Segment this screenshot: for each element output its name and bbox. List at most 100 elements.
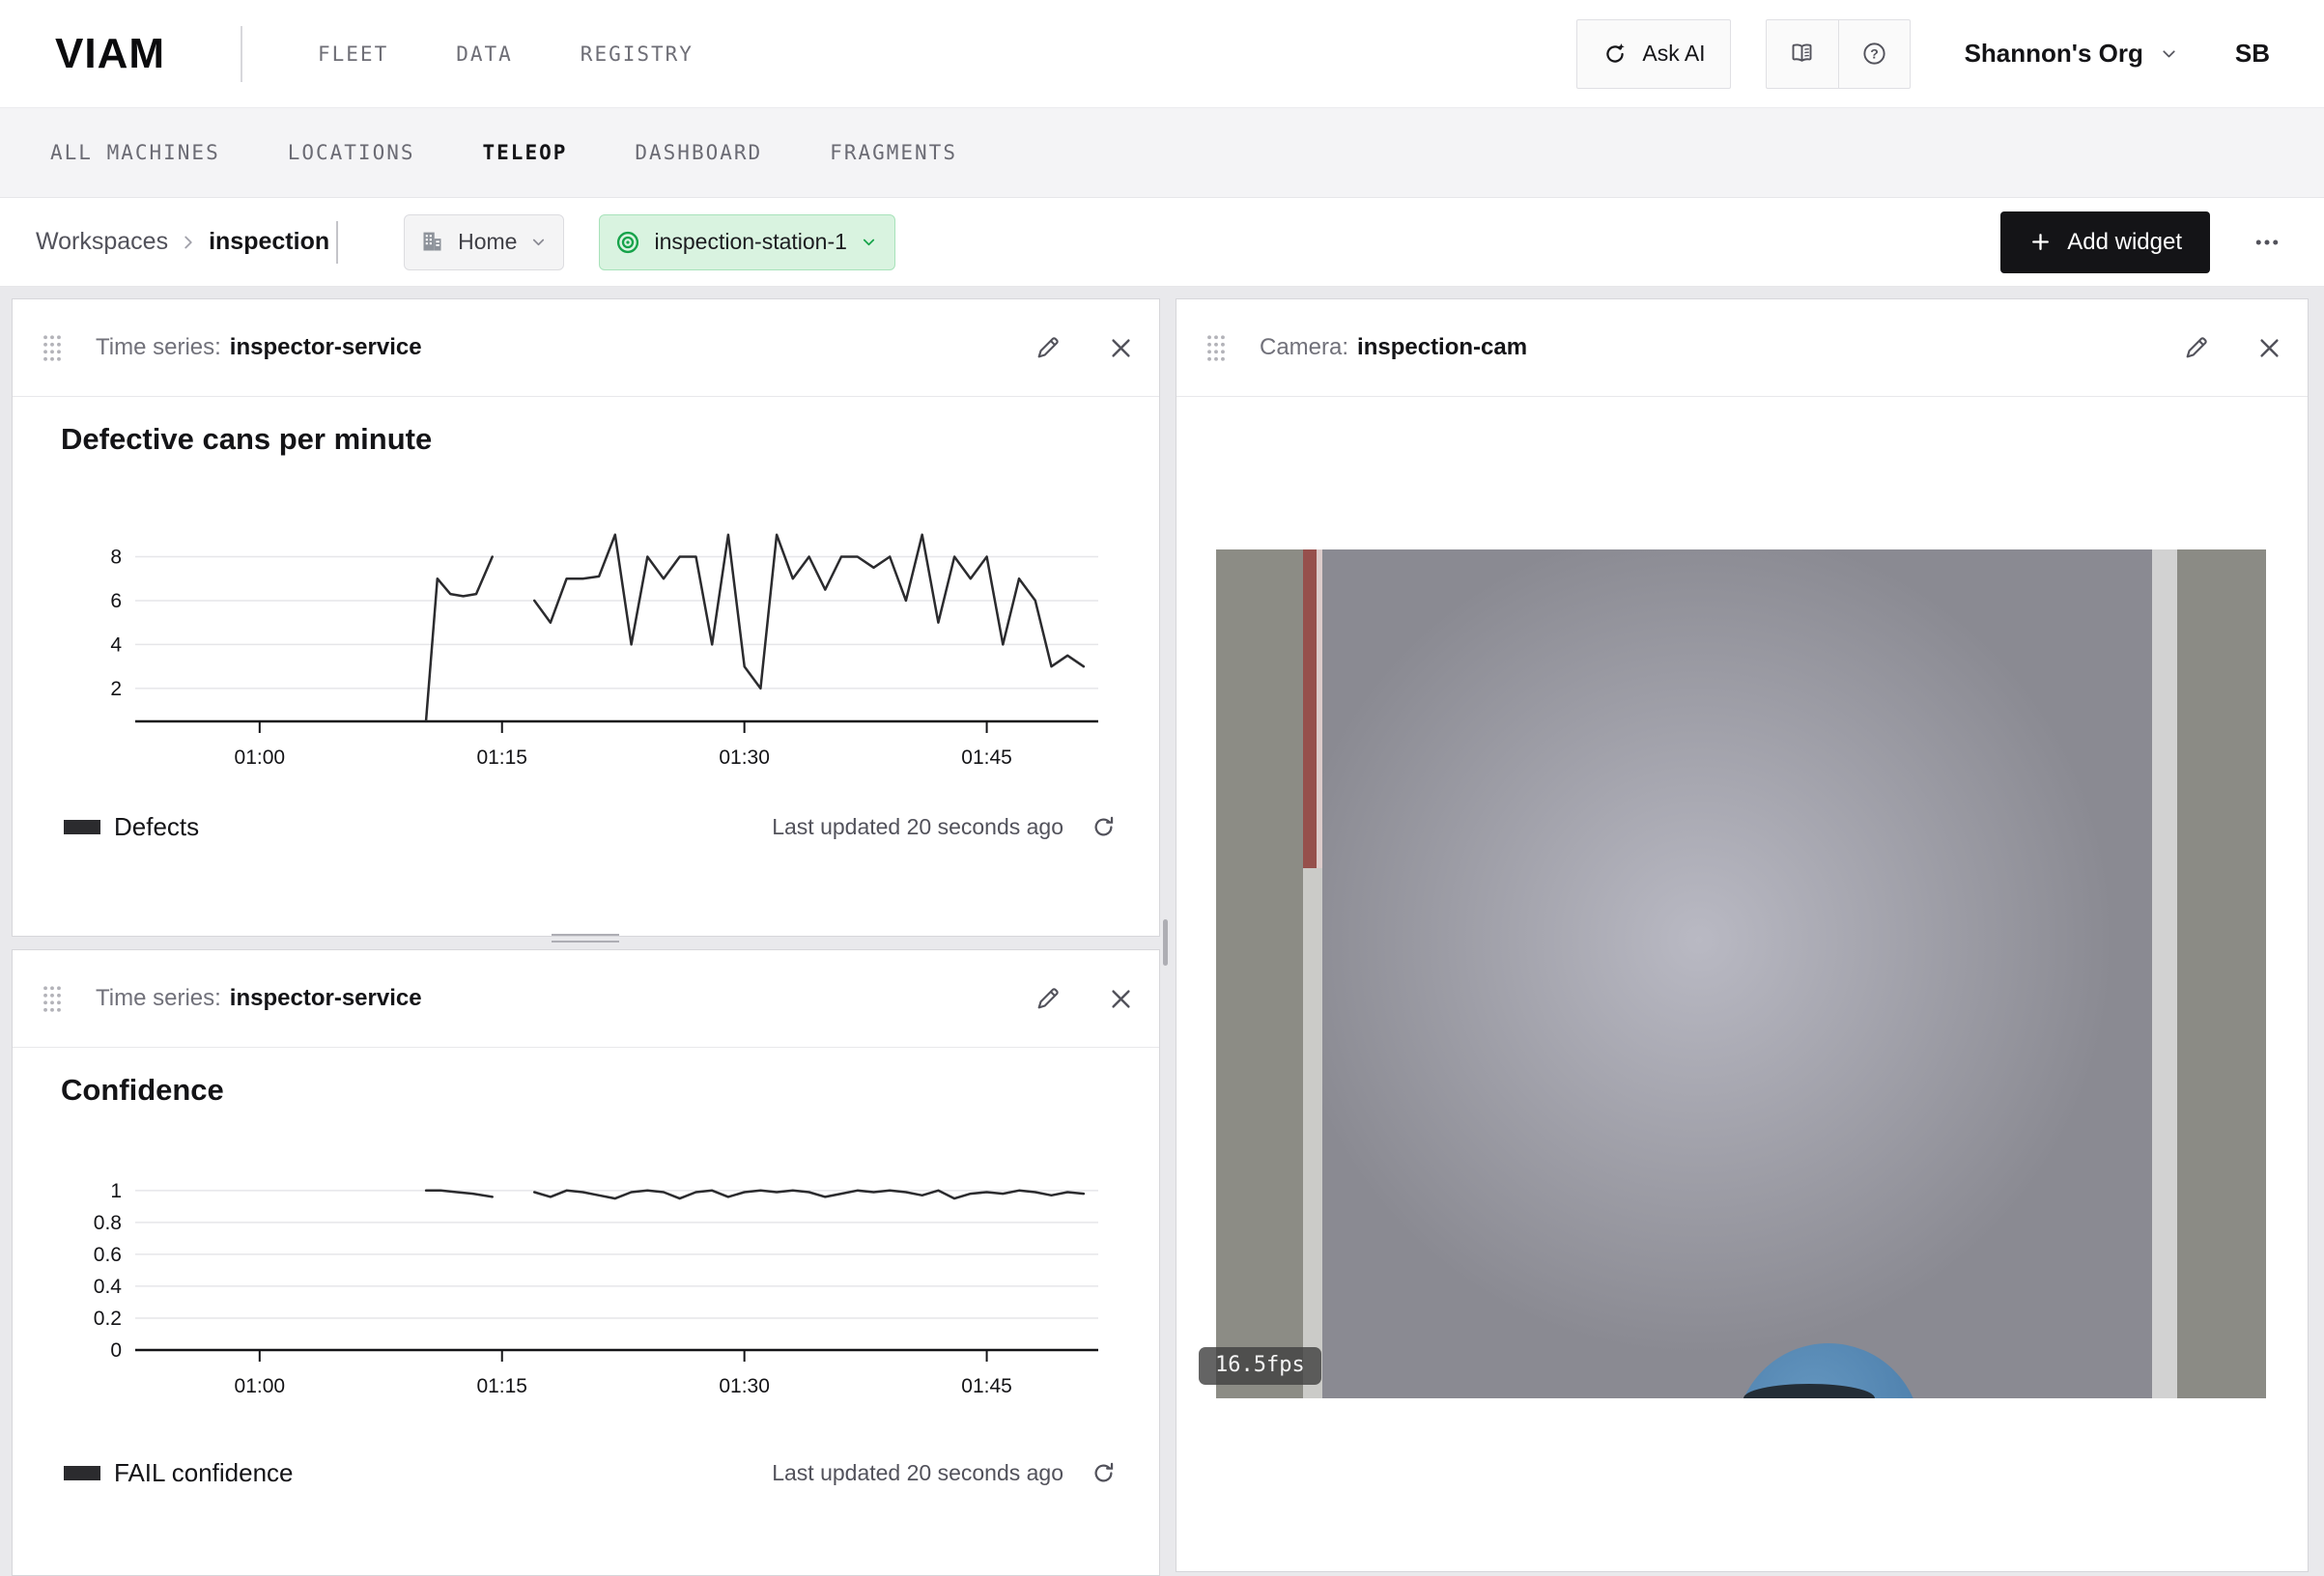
svg-text:6: 6: [110, 590, 122, 612]
camera-feed: 16.5fps: [1176, 397, 2308, 1571]
refresh-button[interactable]: [1091, 814, 1117, 840]
chevron-down-icon: [860, 233, 878, 251]
subnav-all-machines[interactable]: ALL MACHINES: [50, 141, 220, 164]
edit-widget-button[interactable]: [2183, 334, 2210, 361]
org-name: Shannon's Org: [1965, 39, 2143, 69]
pencil-icon: [1034, 985, 1062, 1012]
add-widget-button[interactable]: Add widget: [2000, 211, 2210, 273]
svg-text:0: 0: [110, 1339, 122, 1362]
viam-logo[interactable]: VIAM: [55, 30, 165, 78]
confidence-chart: 00.20.40.60.8101:0001:1501:3001:45: [39, 1158, 1116, 1404]
svg-text:8: 8: [110, 546, 122, 568]
pencil-icon: [1034, 334, 1062, 361]
svg-text:01:45: 01:45: [961, 746, 1012, 769]
help-button[interactable]: ?: [1838, 20, 1910, 88]
svg-text:4: 4: [110, 633, 122, 656]
chevron-right-icon: [178, 232, 199, 253]
location-label: Home: [458, 229, 517, 255]
chevron-down-icon: [529, 233, 548, 251]
close-icon: [1108, 986, 1134, 1012]
workspace-more-menu[interactable]: [2249, 224, 2285, 261]
plus-icon: [2028, 230, 2053, 254]
conveyor-right-band: [2177, 549, 2266, 1398]
ask-ai-button[interactable]: Ask AI: [1576, 19, 1730, 89]
widget-header: Camera: inspection-cam: [1176, 299, 2308, 397]
header-divider: [241, 26, 242, 82]
subnav-dashboard[interactable]: DASHBOARD: [635, 141, 762, 164]
drag-handle-icon[interactable]: [42, 984, 63, 1013]
machine-label: inspection-station-1: [654, 229, 846, 255]
ask-ai-sparkle-icon: [1601, 41, 1629, 68]
last-updated-text: Last updated 20 seconds ago: [772, 814, 1063, 840]
time-series-widget-defects: Time series: inspector-service Defe: [12, 298, 1160, 937]
svg-text:01:00: 01:00: [235, 1375, 286, 1397]
fleet-subnav: ALL MACHINES LOCATIONS TELEOP DASHBOARD …: [0, 108, 2324, 198]
book-icon: [1789, 41, 1815, 67]
close-icon: [1108, 335, 1134, 361]
docs-button[interactable]: [1767, 20, 1838, 88]
svg-text:0.6: 0.6: [94, 1244, 122, 1266]
widget-source: inspector-service: [230, 334, 422, 361]
close-icon: [2256, 335, 2282, 361]
location-selector[interactable]: Home: [404, 214, 564, 270]
svg-text:?: ?: [1870, 45, 1879, 61]
svg-text:01:00: 01:00: [235, 746, 286, 769]
edit-widget-button[interactable]: [1034, 334, 1062, 361]
widget-kind: Time series:: [96, 985, 221, 1012]
svg-text:0.4: 0.4: [94, 1276, 123, 1298]
conveyor-left-band: [1216, 549, 1303, 1398]
legend-swatch: [64, 1466, 100, 1480]
widget-source: inspection-cam: [1357, 334, 1527, 361]
text-cursor: [336, 221, 338, 264]
close-widget-button[interactable]: [2256, 335, 2282, 361]
nav-item-fleet[interactable]: FLEET: [318, 42, 388, 66]
refresh-button[interactable]: [1091, 1460, 1117, 1486]
svg-text:01:15: 01:15: [476, 746, 527, 769]
org-switcher[interactable]: Shannon's Org: [1965, 39, 2179, 69]
nav-item-registry[interactable]: REGISTRY: [581, 42, 694, 66]
building-icon: [419, 229, 445, 255]
svg-text:01:45: 01:45: [961, 1375, 1012, 1397]
widget-grid: Time series: inspector-service Defe: [0, 287, 2324, 1576]
legend-label: Defects: [114, 812, 199, 842]
svg-text:01:30: 01:30: [719, 746, 770, 769]
machine-online-icon: [614, 229, 641, 256]
camera-frame: [1216, 549, 2266, 1398]
widget-header: Time series: inspector-service: [13, 299, 1159, 397]
workspace-name-field[interactable]: inspection: [209, 228, 329, 256]
column-resize-handle[interactable]: [1163, 919, 1168, 966]
primary-nav: FLEET DATA REGISTRY: [318, 42, 694, 66]
edit-widget-button[interactable]: [1034, 985, 1062, 1012]
avatar[interactable]: SB: [2235, 39, 2270, 69]
breadcrumb-workspaces[interactable]: Workspaces: [36, 228, 168, 256]
drag-handle-icon[interactable]: [42, 333, 63, 362]
machine-selector[interactable]: inspection-station-1: [599, 214, 894, 270]
close-widget-button[interactable]: [1108, 335, 1134, 361]
pencil-icon: [2183, 334, 2210, 361]
svg-text:1: 1: [110, 1180, 122, 1202]
help-icon-group: ?: [1766, 19, 1911, 89]
widget-header: Time series: inspector-service: [13, 950, 1159, 1048]
top-bar: VIAM FLEET DATA REGISTRY Ask AI: [0, 0, 2324, 108]
nav-item-data[interactable]: DATA: [456, 42, 513, 66]
ellipsis-icon: [2253, 228, 2281, 257]
row-resize-handle[interactable]: [552, 934, 619, 943]
help-icon: ?: [1861, 41, 1887, 67]
chevron-down-icon: [2159, 43, 2179, 64]
header-actions: Ask AI ? Shannon's Org: [1576, 19, 2270, 89]
ask-ai-label: Ask AI: [1642, 41, 1705, 67]
widget-kind: Camera:: [1260, 334, 1348, 361]
subnav-fragments[interactable]: FRAGMENTS: [830, 141, 957, 164]
viam-app: VIAM FLEET DATA REGISTRY Ask AI: [0, 0, 2324, 1576]
subnav-teleop[interactable]: TELEOP: [483, 141, 568, 164]
conveyor-red-stripe: [1303, 549, 1322, 1398]
svg-text:0.2: 0.2: [94, 1308, 122, 1330]
subnav-locations[interactable]: LOCATIONS: [288, 141, 415, 164]
close-widget-button[interactable]: [1108, 986, 1134, 1012]
drag-handle-icon[interactable]: [1205, 333, 1227, 362]
last-updated-text: Last updated 20 seconds ago: [772, 1460, 1063, 1486]
widget-source: inspector-service: [230, 985, 422, 1012]
chart-title: Defective cans per minute: [61, 422, 1159, 457]
legend-swatch: [64, 820, 100, 834]
widget-kind: Time series:: [96, 334, 221, 361]
